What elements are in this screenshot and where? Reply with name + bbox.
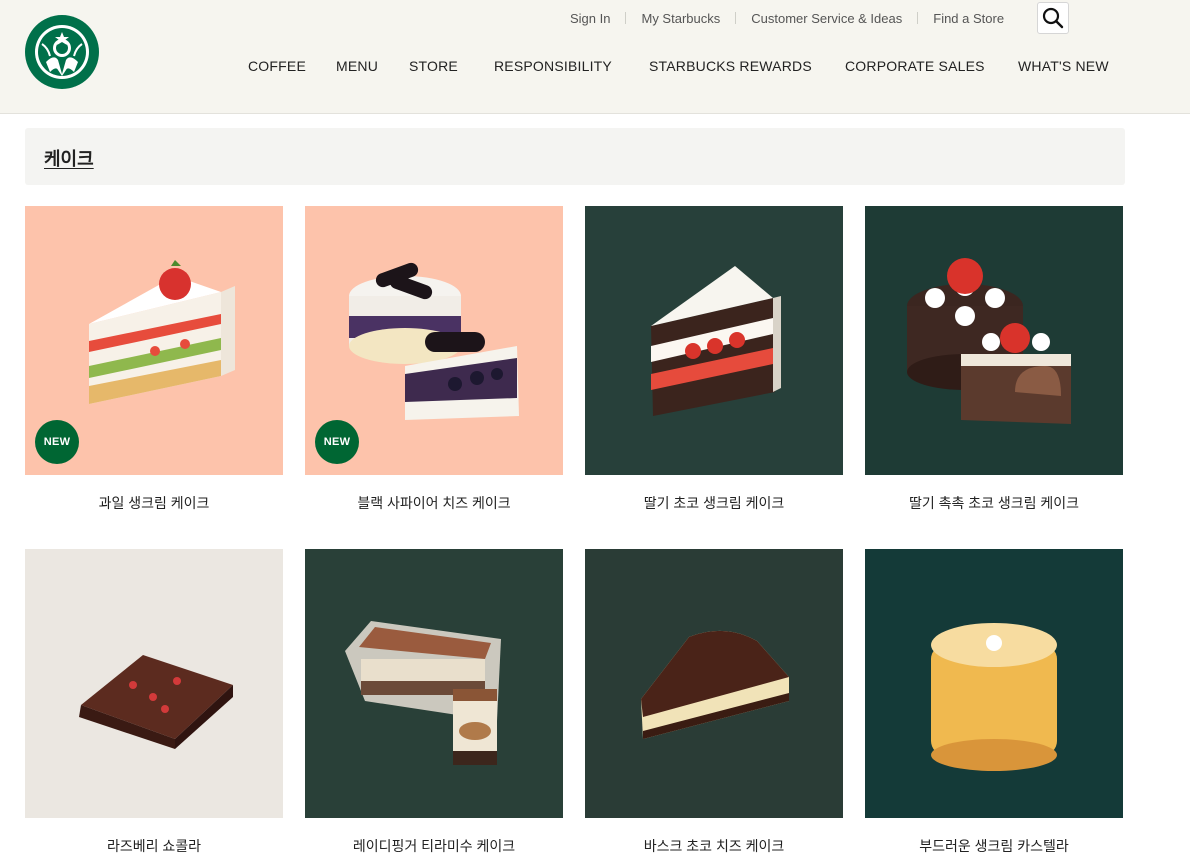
product-card[interactable]: 라즈베리 쇼콜라 [25, 549, 283, 854]
product-card[interactable]: 바스크 초코 치즈 케이크 [585, 549, 843, 854]
product-card[interactable]: 레이디핑거 티라미수 케이크 [305, 549, 563, 854]
product-name[interactable]: 딸기 초코 생크림 케이크 [585, 493, 843, 513]
product-image[interactable]: NEW [305, 206, 563, 475]
category-title-bar: 케이크 [25, 128, 1125, 185]
product-image[interactable] [25, 549, 283, 818]
main-nav: COFFEE MENU STORE RESPONSIBILITY STARBUC… [0, 58, 1190, 76]
product-name[interactable]: 과일 생크림 케이크 [25, 493, 283, 513]
find-store-link[interactable]: Find a Store [933, 11, 1004, 26]
new-badge: NEW [315, 420, 359, 464]
nav-corporate-sales[interactable]: CORPORATE SALES [845, 58, 985, 74]
my-starbucks-link[interactable]: My Starbucks [641, 11, 720, 26]
nav-responsibility[interactable]: RESPONSIBILITY [494, 58, 612, 74]
nav-whats-new[interactable]: WHAT'S NEW [1018, 58, 1109, 74]
product-card[interactable]: 부드러운 생크림 카스텔라 [865, 549, 1123, 854]
site-header: Sign In My Starbucks Customer Service & … [0, 0, 1190, 114]
nav-store[interactable]: STORE [409, 58, 458, 74]
divider [625, 12, 627, 24]
starbucks-logo[interactable] [24, 14, 100, 90]
product-card[interactable]: 딸기 초코 생크림 케이크 [585, 206, 843, 511]
nav-coffee[interactable]: COFFEE [248, 58, 306, 74]
product-card[interactable]: 딸기 촉촉 초코 생크림 케이크 [865, 206, 1123, 511]
product-name[interactable]: 바스크 초코 치즈 케이크 [585, 836, 843, 856]
sign-in-link[interactable]: Sign In [570, 11, 610, 26]
search-button[interactable] [1037, 2, 1069, 34]
search-icon [1042, 7, 1064, 29]
new-badge: NEW [35, 420, 79, 464]
utility-nav: Sign In My Starbucks Customer Service & … [570, 10, 1004, 26]
product-image[interactable] [585, 549, 843, 818]
product-card[interactable]: NEW 과일 생크림 케이크 [25, 206, 283, 511]
product-image[interactable] [305, 549, 563, 818]
product-card[interactable]: NEW 블랙 사파이어 치즈 케이크 [305, 206, 563, 511]
category-title[interactable]: 케이크 [44, 145, 94, 171]
product-image[interactable] [865, 206, 1123, 475]
product-name[interactable]: 레이디핑거 티라미수 케이크 [305, 836, 563, 856]
product-name[interactable]: 딸기 촉촉 초코 생크림 케이크 [865, 493, 1123, 513]
nav-starbucks-rewards[interactable]: STARBUCKS REWARDS [649, 58, 812, 74]
product-name[interactable]: 부드러운 생크림 카스텔라 [865, 836, 1123, 856]
divider [917, 12, 919, 24]
customer-service-link[interactable]: Customer Service & Ideas [751, 11, 902, 26]
product-name[interactable]: 블랙 사파이어 치즈 케이크 [305, 493, 563, 513]
product-image[interactable]: NEW [25, 206, 283, 475]
divider [735, 12, 737, 24]
product-name[interactable]: 라즈베리 쇼콜라 [25, 836, 283, 856]
product-image[interactable] [865, 549, 1123, 818]
nav-menu[interactable]: MENU [336, 58, 378, 74]
product-image[interactable] [585, 206, 843, 475]
